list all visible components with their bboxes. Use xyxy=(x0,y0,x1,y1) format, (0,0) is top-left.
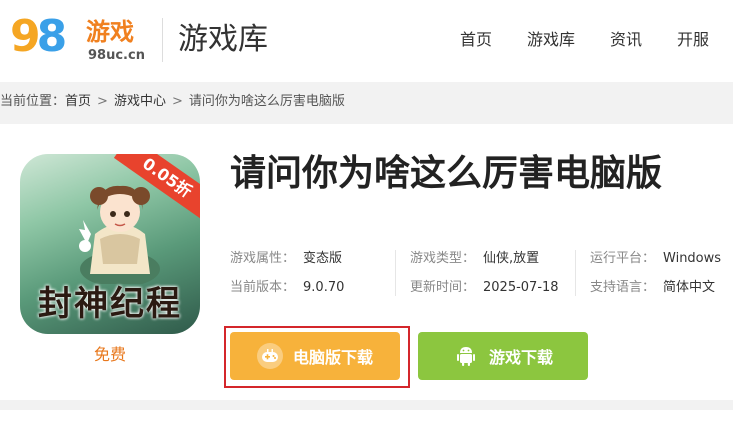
attr-divider xyxy=(395,250,396,296)
attr-key: 更新时间： xyxy=(410,280,476,295)
game-detail-card: 0.05折 封神纪程 免费 请问你为啥这么厉害电脑版 游戏属性： 变态版 游戏类型… xyxy=(0,124,733,400)
attr-type: 游戏类型： 仙侠,放置 xyxy=(410,250,539,268)
gamepad-icon xyxy=(256,343,283,369)
character-illustration xyxy=(79,185,160,284)
attr-value: 简体中文 xyxy=(663,280,716,295)
attr-value: 2025-07-18 xyxy=(483,280,559,295)
attr-key: 游戏属性： xyxy=(230,251,296,266)
game-download-label: 游戏下载 xyxy=(488,348,553,367)
header-divider xyxy=(162,18,163,62)
logo-domain: 98uc.cn xyxy=(88,48,145,63)
game-download-button[interactable]: 游戏下载 xyxy=(418,332,588,380)
section-title: 游戏库 xyxy=(178,22,268,57)
nav-item-servers[interactable]: 开服 xyxy=(677,29,709,51)
game-cover-icon[interactable]: 0.05折 封神纪程 xyxy=(20,154,200,334)
attr-key: 运行平台： xyxy=(590,251,656,266)
attr-value: 变态版 xyxy=(303,251,343,266)
breadcrumb-separator: > xyxy=(97,94,108,109)
attr-key: 游戏类型： xyxy=(410,251,476,266)
breadcrumb-prefix: 当前位置： xyxy=(0,94,66,109)
breadcrumb-game-center[interactable]: 游戏中心 xyxy=(114,94,166,109)
breadcrumb-current: 请问你为啥这么厉害电脑版 xyxy=(188,94,345,109)
cover-title: 封神纪程 xyxy=(38,284,182,324)
pc-download-button[interactable]: 电脑版下载 xyxy=(230,332,400,380)
attr-language: 支持语言： 简体中文 xyxy=(590,279,715,297)
pc-download-label: 电脑版下载 xyxy=(292,348,373,367)
attr-version: 当前版本： 9.0.70 xyxy=(230,279,344,297)
price-label: 免费 xyxy=(93,345,126,364)
nav-item-news[interactable]: 资讯 xyxy=(610,29,642,51)
breadcrumb-home[interactable]: 首页 xyxy=(65,94,91,109)
logo-digit-8: 8 xyxy=(36,11,68,62)
attr-updated: 更新时间： 2025-07-18 xyxy=(410,279,559,297)
logo-digit-9: 9 xyxy=(10,11,41,62)
attr-value: 9.0.70 xyxy=(303,280,345,295)
attr-platform: 运行平台： Windows xyxy=(590,250,721,268)
breadcrumb: 当前位置：首页 > 游戏中心 > 请问你为啥这么厉害电脑版 xyxy=(0,92,345,112)
attr-key: 支持语言： xyxy=(590,280,656,295)
site-logo[interactable]: 98 游戏 98uc.cn xyxy=(10,12,150,68)
nav-item-game-library[interactable]: 游戏库 xyxy=(527,29,575,51)
breadcrumb-separator: > xyxy=(171,94,183,109)
nav-item-home[interactable]: 首页 xyxy=(460,29,492,51)
logo-digits: 98 xyxy=(10,11,68,62)
attr-property: 游戏属性： 变态版 xyxy=(230,250,342,268)
site-header: 98 游戏 98uc.cn 游戏库 首页 游戏库 资讯 开服 xyxy=(0,0,733,82)
attr-key: 当前版本： xyxy=(230,280,296,295)
attr-value: 仙侠,放置 xyxy=(483,251,540,266)
attr-value: Windows xyxy=(663,251,722,266)
android-icon xyxy=(453,343,479,369)
attr-divider xyxy=(575,250,576,296)
page-title: 请问你为啥这么厉害电脑版 xyxy=(230,153,663,194)
logo-brand: 游戏 xyxy=(86,18,134,46)
next-section xyxy=(0,410,733,441)
main-nav: 首页 游戏库 资讯 开服 xyxy=(425,29,733,51)
